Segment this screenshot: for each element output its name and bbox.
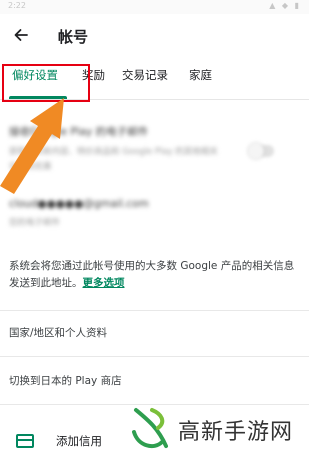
page-title: 帐号 bbox=[58, 28, 89, 46]
email-pref-setting[interactable]: 接收Google Play 的电子邮件 获取有关新内容、特价商品和 Google… bbox=[9, 124, 218, 172]
more-options-link[interactable]: 更多选项 bbox=[83, 277, 125, 289]
email-label: 您的电子邮件 bbox=[9, 218, 61, 228]
email-address-row: cloud●●●●●@gmail.com 您的电子邮件 bbox=[9, 198, 149, 228]
app-bar: 帐号 bbox=[0, 14, 309, 58]
info-description: 系统会将您通过此帐号使用的大多数 Google 产品的相关信息发送到此地址。 bbox=[9, 260, 295, 289]
email-value: cloud●●●●●@gmail.com bbox=[9, 198, 149, 210]
switch-store-item[interactable]: 切换到日本的 Play 商店 bbox=[9, 373, 122, 388]
setting-description: 获取有关新内容、特价商品和 Google Play 的其他相关 bbox=[9, 147, 218, 157]
setting-description-2: 信息和优惠 bbox=[9, 162, 52, 172]
tab-family[interactable]: 家庭 bbox=[189, 68, 212, 94]
watermark: 高新手游网 bbox=[122, 404, 306, 454]
status-icons: ▲ ◆ ▮ bbox=[269, 1, 301, 10]
divider bbox=[0, 310, 309, 311]
email-pref-toggle[interactable] bbox=[248, 143, 274, 159]
country-profile-item[interactable]: 国家/地区和个人资料 bbox=[9, 325, 107, 340]
arrow-back-icon bbox=[14, 29, 28, 41]
add-credit-label: 添加信用 bbox=[56, 434, 102, 448]
watermark-logo-icon bbox=[132, 408, 168, 449]
info-text: 系统会将您通过此帐号使用的大多数 Google 产品的相关信息发送到此地址。更多… bbox=[9, 258, 299, 292]
back-button[interactable] bbox=[8, 22, 34, 48]
tab-transactions[interactable]: 交易记录 bbox=[122, 68, 168, 94]
status-bar: 2:22 ▲ ◆ ▮ bbox=[0, 0, 309, 14]
status-time: 2:22 bbox=[8, 1, 26, 10]
watermark-text: 高新手游网 bbox=[178, 420, 294, 445]
setting-title: 接收Google Play 的电子邮件 bbox=[9, 126, 149, 138]
credit-card-icon bbox=[16, 434, 34, 448]
divider bbox=[0, 356, 309, 357]
highlight-box bbox=[2, 64, 90, 102]
